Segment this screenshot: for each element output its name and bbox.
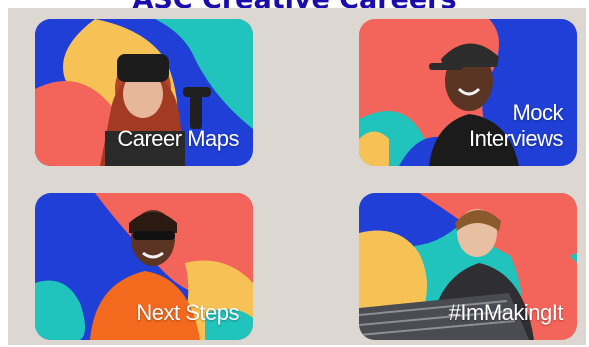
card-mock-interviews[interactable]: Mock Interviews	[359, 19, 577, 166]
card-im-making-it[interactable]: #ImMakingIt	[359, 193, 577, 340]
card-label: Mock Interviews	[468, 100, 564, 151]
page: ASC Creative Careers Career Maps	[0, 0, 589, 347]
card-label: Career Maps	[117, 126, 239, 151]
card-next-steps[interactable]: Next Steps	[35, 193, 253, 340]
card-career-maps[interactable]: Career Maps	[35, 19, 253, 166]
card-label: Next Steps	[136, 300, 239, 325]
card-label: #ImMakingIt	[448, 300, 564, 325]
